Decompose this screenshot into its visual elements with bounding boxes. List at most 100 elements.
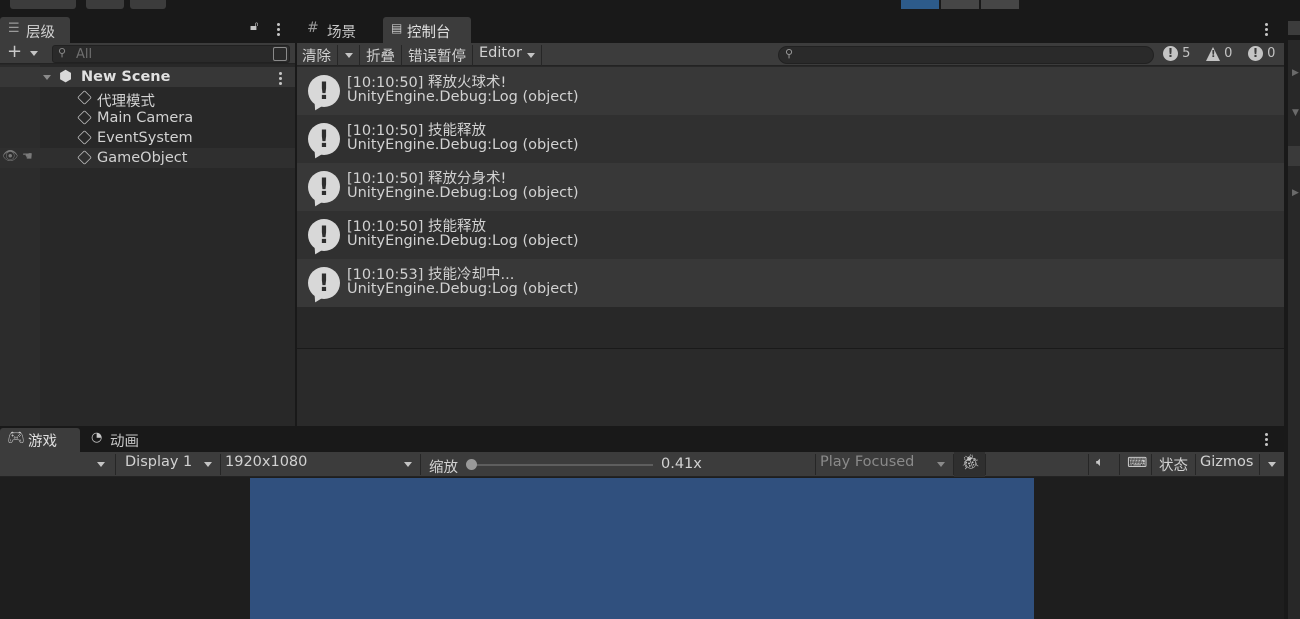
lock-icon[interactable]: 🔓︎ bbox=[250, 19, 258, 34]
log-entry[interactable]: ! [10:10:50] 技能释放 UnityEngine.Debug:Log … bbox=[297, 115, 1284, 163]
tab-console-label: 控制台 bbox=[407, 25, 451, 41]
resolution-dropdown[interactable]: 1920x1080 bbox=[221, 452, 419, 477]
tab-game[interactable]: 🎮︎ 游戏 bbox=[0, 428, 80, 452]
inspector-tab-stub[interactable] bbox=[1288, 21, 1300, 35]
error-count: 0 bbox=[1267, 46, 1276, 61]
info-icon: ! bbox=[1163, 46, 1178, 61]
console-search-input[interactable]: ⚲ bbox=[778, 46, 1154, 64]
display-dropdown[interactable]: Display 1 bbox=[116, 452, 220, 477]
warning-icon bbox=[1206, 46, 1220, 61]
info-icon: ! bbox=[308, 219, 340, 251]
warning-count-toggle[interactable]: 0 bbox=[1206, 46, 1232, 63]
hierarchy-item[interactable]: 代理模式 bbox=[0, 88, 295, 110]
log-details-area bbox=[297, 349, 1284, 426]
info-icon: ! bbox=[308, 267, 340, 299]
play-mode-dropdown[interactable]: Play Focused bbox=[816, 452, 953, 477]
settings-button[interactable] bbox=[130, 0, 166, 9]
hierarchy-item-label: Main Camera bbox=[97, 110, 194, 126]
search-icon: ⚲ bbox=[785, 47, 794, 60]
editor-dropdown-icon[interactable] bbox=[527, 53, 535, 58]
tab-hierarchy-label: 层级 bbox=[26, 25, 55, 41]
clear-button[interactable]: 清除 bbox=[302, 45, 331, 66]
divider bbox=[1088, 454, 1089, 475]
cloud-button[interactable] bbox=[86, 0, 124, 9]
tab-scene[interactable]: # 场景 bbox=[299, 17, 379, 43]
collapse-button[interactable]: 折叠 bbox=[366, 45, 395, 66]
log-entry[interactable]: ! [10:10:50] 释放火球术! UnityEngine.Debug:Lo… bbox=[297, 67, 1284, 115]
expand-arrow-icon[interactable]: ▶ bbox=[1292, 68, 1299, 78]
log-source: UnityEngine.Debug:Log (object) bbox=[347, 89, 579, 105]
gamepad-icon: 🎮︎ bbox=[7, 430, 25, 446]
resolution-label: 1920x1080 bbox=[225, 454, 308, 470]
console-panel: # 场景 ▤ 控制台 清除 折叠 错误暂停 Editor ⚲ ! 5 0 bbox=[297, 14, 1284, 426]
hierarchy-menu-icon[interactable] bbox=[277, 23, 280, 38]
account-button[interactable] bbox=[10, 0, 76, 9]
hierarchy-item[interactable]: 👁︎ ☚ GameObject bbox=[0, 148, 295, 168]
warning-count: 0 bbox=[1224, 46, 1233, 61]
collapse-arrow-icon[interactable]: ▼ bbox=[1292, 108, 1299, 118]
editor-dropdown[interactable]: Editor bbox=[479, 45, 522, 61]
log-count-toggle[interactable]: ! 5 bbox=[1163, 46, 1190, 63]
scene-row[interactable]: ⬢ New Scene bbox=[0, 67, 295, 87]
expand-arrow-icon[interactable]: ▶ bbox=[1292, 188, 1299, 198]
tab-animation[interactable]: ◔ 动画 bbox=[84, 428, 164, 452]
grid-icon: # bbox=[307, 20, 319, 36]
bug-icon: 🐞︎ bbox=[961, 453, 981, 471]
add-icon[interactable]: + bbox=[7, 41, 22, 62]
tab-hierarchy[interactable]: ☰ 层级 bbox=[0, 17, 70, 43]
stats-button[interactable]: 状态 bbox=[1159, 454, 1188, 475]
inspector-row bbox=[1288, 146, 1300, 166]
divider bbox=[1119, 454, 1120, 475]
play-button[interactable] bbox=[901, 0, 939, 9]
tab-scene-label: 场景 bbox=[327, 25, 356, 41]
search-icon: ⚲ bbox=[58, 46, 67, 59]
gameobject-cube-icon bbox=[77, 90, 92, 105]
scale-slider-track[interactable] bbox=[470, 464, 653, 466]
game-mode-dropdown[interactable] bbox=[0, 452, 115, 477]
hierarchy-item[interactable]: EventSystem bbox=[0, 128, 295, 148]
divider bbox=[401, 45, 402, 66]
add-dropdown-icon[interactable] bbox=[30, 51, 38, 56]
hierarchy-search-placeholder: All bbox=[76, 47, 93, 62]
console-menu-icon[interactable] bbox=[1265, 23, 1268, 38]
pause-button[interactable] bbox=[941, 0, 979, 9]
debug-toggle[interactable]: 🐞︎ bbox=[954, 452, 985, 477]
gizmos-dropdown-icon[interactable] bbox=[1268, 462, 1276, 467]
game-render-screen[interactable] bbox=[250, 478, 1034, 619]
info-icon: ! bbox=[308, 75, 340, 107]
keyboard-icon[interactable]: ⌨ bbox=[1127, 455, 1147, 471]
scene-menu-icon[interactable] bbox=[279, 72, 282, 87]
hierarchy-search-input[interactable]: ⚲ All bbox=[52, 45, 290, 63]
console-tabbar: # 场景 ▤ 控制台 bbox=[297, 14, 1284, 43]
divider bbox=[1195, 454, 1196, 475]
log-count: 5 bbox=[1182, 46, 1191, 61]
display-label: Display 1 bbox=[125, 454, 193, 470]
log-entry[interactable]: ! [10:10:50] 技能释放 UnityEngine.Debug:Log … bbox=[297, 211, 1284, 259]
search-options-icon[interactable] bbox=[273, 47, 287, 61]
log-source: UnityEngine.Debug:Log (object) bbox=[347, 137, 579, 153]
unity-scene-icon: ⬢ bbox=[59, 67, 73, 85]
divider bbox=[420, 454, 421, 475]
audio-mute-icon[interactable]: 🔈︎ bbox=[1096, 455, 1104, 470]
visibility-eye-icon[interactable]: 👁︎ bbox=[2, 149, 19, 164]
gizmos-button[interactable]: Gizmos bbox=[1200, 454, 1253, 470]
hierarchy-item[interactable]: Main Camera bbox=[0, 108, 295, 128]
error-pause-button[interactable]: 错误暂停 bbox=[408, 45, 466, 66]
gameobject-cube-icon bbox=[77, 130, 92, 145]
game-menu-icon[interactable] bbox=[1265, 433, 1268, 448]
log-entry[interactable]: ! [10:10:50] 释放分身术! UnityEngine.Debug:Lo… bbox=[297, 163, 1284, 211]
pickable-hand-icon[interactable]: ☚ bbox=[22, 149, 33, 163]
log-entry[interactable]: ! [10:10:53] 技能冷却中... UnityEngine.Debug:… bbox=[297, 259, 1284, 307]
scene-expand-icon[interactable] bbox=[43, 75, 51, 80]
scale-slider-thumb[interactable] bbox=[466, 459, 477, 470]
tab-console[interactable]: ▤ 控制台 bbox=[383, 17, 471, 43]
tab-animation-label: 动画 bbox=[110, 434, 139, 450]
divider bbox=[541, 45, 542, 66]
step-button[interactable] bbox=[981, 0, 1019, 9]
error-count-toggle[interactable]: ! 0 bbox=[1248, 46, 1275, 63]
clear-options-icon[interactable] bbox=[345, 53, 353, 58]
game-mode-dropdown-icon bbox=[97, 462, 105, 467]
gameobject-cube-icon bbox=[77, 110, 92, 125]
log-source: UnityEngine.Debug:Log (object) bbox=[347, 233, 579, 249]
error-icon: ! bbox=[1248, 46, 1263, 61]
